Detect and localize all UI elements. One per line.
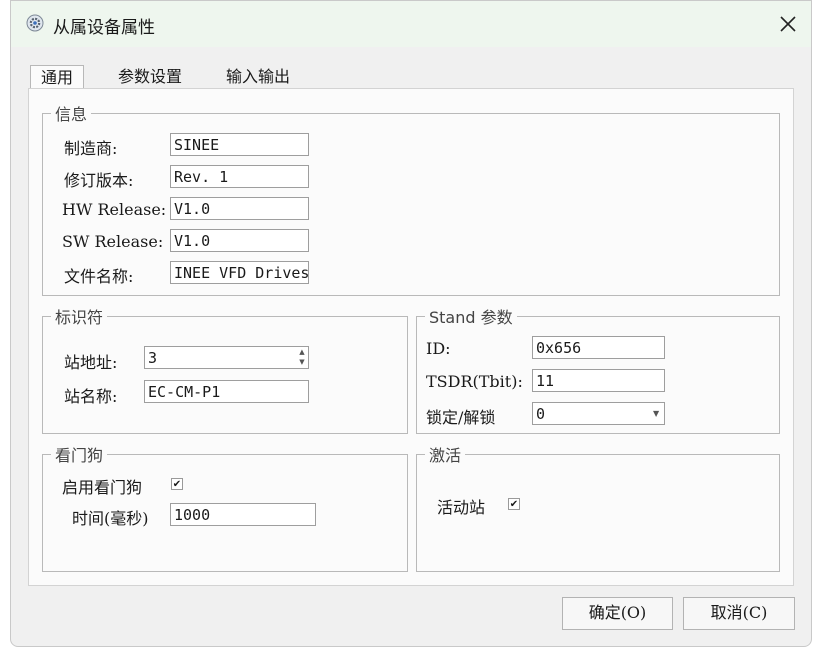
filename-label: 文件名称: (64, 267, 134, 286)
revision-field[interactable]: Rev. 1 (170, 165, 309, 188)
manufacturer-label: 制造商: (64, 139, 118, 158)
hw-release-field[interactable]: V1.0 (170, 197, 309, 220)
window-title: 从属设备属性 (53, 18, 155, 38)
sw-release-field[interactable]: V1.0 (170, 229, 309, 252)
station-name-label: 站名称: (64, 387, 118, 406)
watchdog-time-label: 时间(毫秒) (72, 509, 149, 528)
watchdog-legend: 看门狗 (55, 446, 104, 465)
gear-icon (26, 14, 44, 32)
watchdog-time-field[interactable]: 1000 (170, 503, 316, 526)
dialog-window: 从属设备属性 通用 参数设置 输入输出 信息 制造商: SINEE 修订版本: … (10, 0, 812, 647)
tsdr-field[interactable]: 11 (532, 369, 665, 392)
tsdr-label: TSDR(Tbit): (426, 372, 523, 391)
stand-params-legend: Stand 参数 (429, 308, 513, 327)
info-group: 信息 (42, 101, 780, 296)
lock-select[interactable]: 0 (532, 402, 665, 425)
filename-field[interactable]: INEE VFD Drives (170, 261, 309, 284)
close-icon[interactable] (773, 9, 803, 39)
hw-release-label: HW Release: (62, 200, 167, 219)
ok-button[interactable]: 确定(O) (562, 597, 673, 630)
manufacturer-field[interactable]: SINEE (170, 133, 309, 156)
enable-watchdog-checkbox[interactable]: ✔ (171, 478, 183, 490)
tab-general[interactable]: 通用 (30, 65, 85, 90)
station-address-field[interactable]: 3 (144, 346, 309, 369)
title-bar: 从属设备属性 (11, 1, 811, 47)
chevron-down-icon[interactable]: ▼ (653, 409, 659, 418)
station-address-label: 站地址: (64, 353, 118, 372)
active-station-checkbox[interactable]: ✔ (508, 498, 520, 510)
cancel-button[interactable]: 取消(C) (683, 597, 795, 630)
revision-label: 修订版本: (64, 171, 134, 190)
id-label: ID: (426, 339, 451, 358)
lock-label: 锁定/解锁 (426, 408, 496, 427)
enable-watchdog-label: 启用看门狗 (62, 478, 143, 497)
activation-legend: 激活 (429, 446, 462, 465)
info-legend: 信息 (55, 105, 88, 124)
tab-parameters[interactable]: 参数设置 (108, 65, 192, 89)
identifier-legend: 标识符 (55, 308, 104, 327)
sw-release-label: SW Release: (62, 232, 164, 251)
station-address-spinner[interactable]: ▲ ▼ (297, 347, 307, 368)
station-name-field[interactable]: EC-CM-P1 (144, 380, 309, 403)
active-station-label: 活动站 (437, 498, 486, 517)
id-field[interactable]: 0x656 (532, 336, 665, 359)
tab-io[interactable]: 输入输出 (216, 65, 300, 89)
